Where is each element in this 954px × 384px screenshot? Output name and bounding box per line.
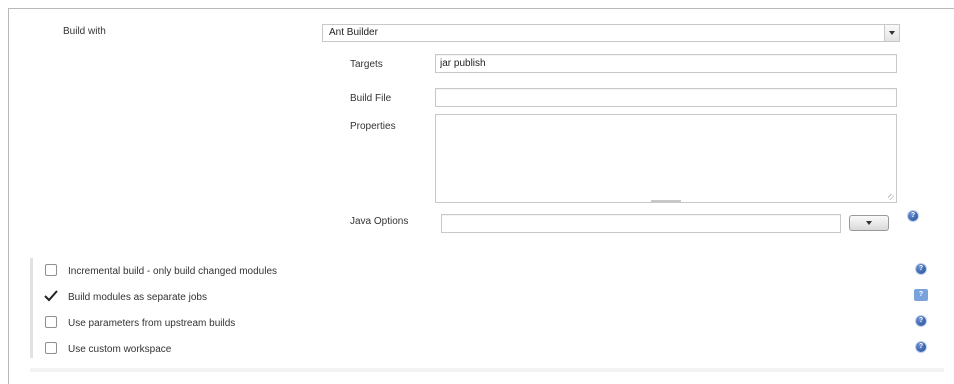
- chevron-down-icon: [889, 31, 895, 35]
- help-icon[interactable]: ?: [916, 316, 926, 326]
- textarea-resize-grip[interactable]: [888, 194, 894, 200]
- textarea-resize-bar[interactable]: [651, 200, 681, 202]
- properties-textarea[interactable]: [435, 114, 897, 203]
- java-options-expand-button[interactable]: [849, 215, 889, 231]
- custom-workspace-label: Use custom workspace: [68, 344, 172, 355]
- help-icon[interactable]: ?: [916, 264, 926, 274]
- checkmark-icon[interactable]: [44, 290, 58, 302]
- section-divider: [30, 258, 33, 358]
- upstream-parameters-checkbox[interactable]: [45, 316, 57, 328]
- incremental-build-checkbox[interactable]: [45, 264, 57, 276]
- help-icon[interactable]: ?: [908, 211, 918, 221]
- build-file-input[interactable]: [435, 88, 897, 107]
- build-with-selected: Ant Builder: [329, 27, 378, 38]
- build-with-label: Build with: [63, 26, 106, 37]
- targets-input[interactable]: [435, 54, 897, 73]
- chevron-down-icon: [866, 221, 872, 225]
- help-icon[interactable]: ?: [914, 289, 928, 301]
- build-file-label: Build File: [350, 93, 392, 104]
- properties-label: Properties: [350, 121, 396, 132]
- build-with-select[interactable]: Ant Builder: [322, 24, 900, 42]
- select-arrow-button[interactable]: [884, 25, 899, 41]
- java-options-label: Java Options: [350, 216, 409, 227]
- targets-label: Targets: [350, 59, 383, 70]
- panel-bottom-edge: [30, 368, 944, 372]
- custom-workspace-checkbox[interactable]: [45, 342, 57, 354]
- upstream-parameters-label: Use parameters from upstream builds: [68, 318, 236, 329]
- incremental-build-label: Incremental build - only build changed m…: [68, 266, 278, 277]
- help-icon[interactable]: ?: [916, 342, 926, 352]
- java-options-input[interactable]: [441, 214, 841, 233]
- separate-jobs-label: Build modules as separate jobs: [68, 292, 207, 303]
